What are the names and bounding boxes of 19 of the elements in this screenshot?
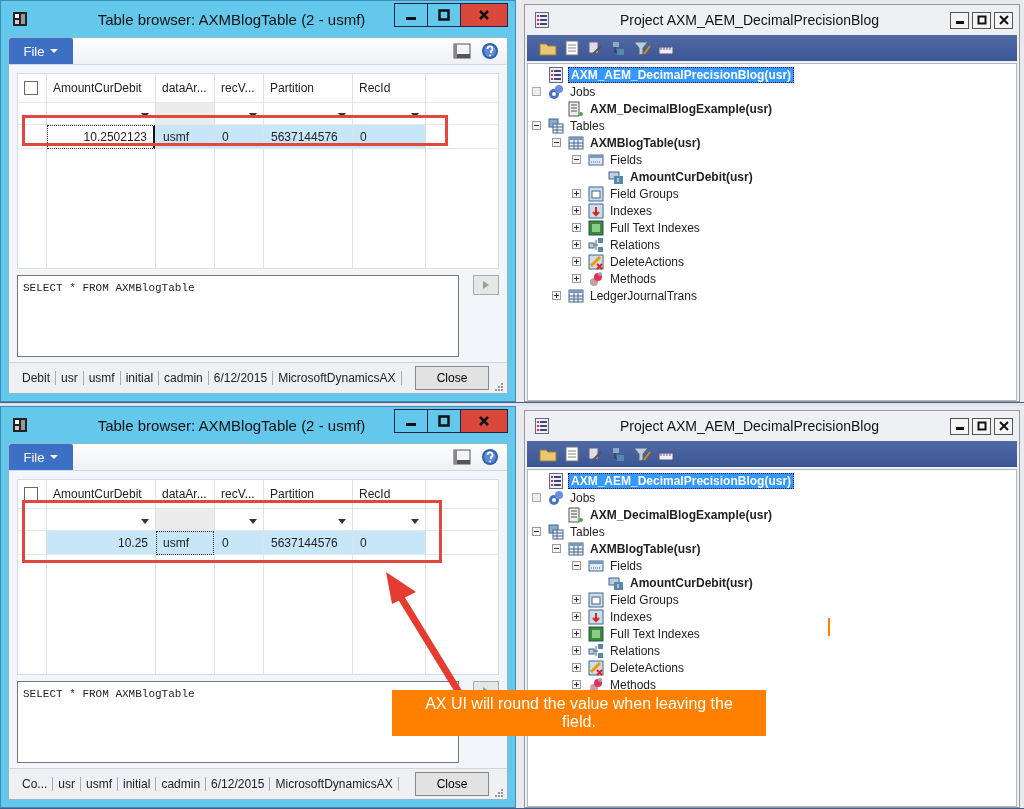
status-field: MicrosoftDynamicsAX xyxy=(270,777,399,791)
status-field: MicrosoftDynamicsAX xyxy=(273,371,402,385)
window-title: Project AXM_AEM_DecimalPrecisionBlog xyxy=(618,12,881,28)
status-field: initial xyxy=(120,371,160,385)
status-field: cadmin xyxy=(159,371,209,385)
status-field: Debit xyxy=(17,371,56,385)
status-field: cadmin xyxy=(156,777,207,791)
window-title: Table browser: AXMBlogTable (2 - usmf) xyxy=(96,10,367,28)
status-field: usr xyxy=(56,371,84,385)
status-field: usmf xyxy=(83,371,121,385)
status-field: usr xyxy=(53,777,81,791)
status-field: initial xyxy=(118,777,157,791)
callout-tooltip: AX UI will round the value when leaving the field. xyxy=(392,690,766,736)
window-title: Table browser: AXMBlogTable (2 - usmf) xyxy=(96,416,367,434)
status-field: 6/12/2015 xyxy=(208,371,274,385)
status-field: 6/12/2015 xyxy=(206,777,271,791)
window-title: Project AXM_AEM_DecimalPrecisionBlog xyxy=(618,418,881,434)
status-field: usmf xyxy=(81,777,119,791)
status-field: Co... xyxy=(17,777,54,791)
